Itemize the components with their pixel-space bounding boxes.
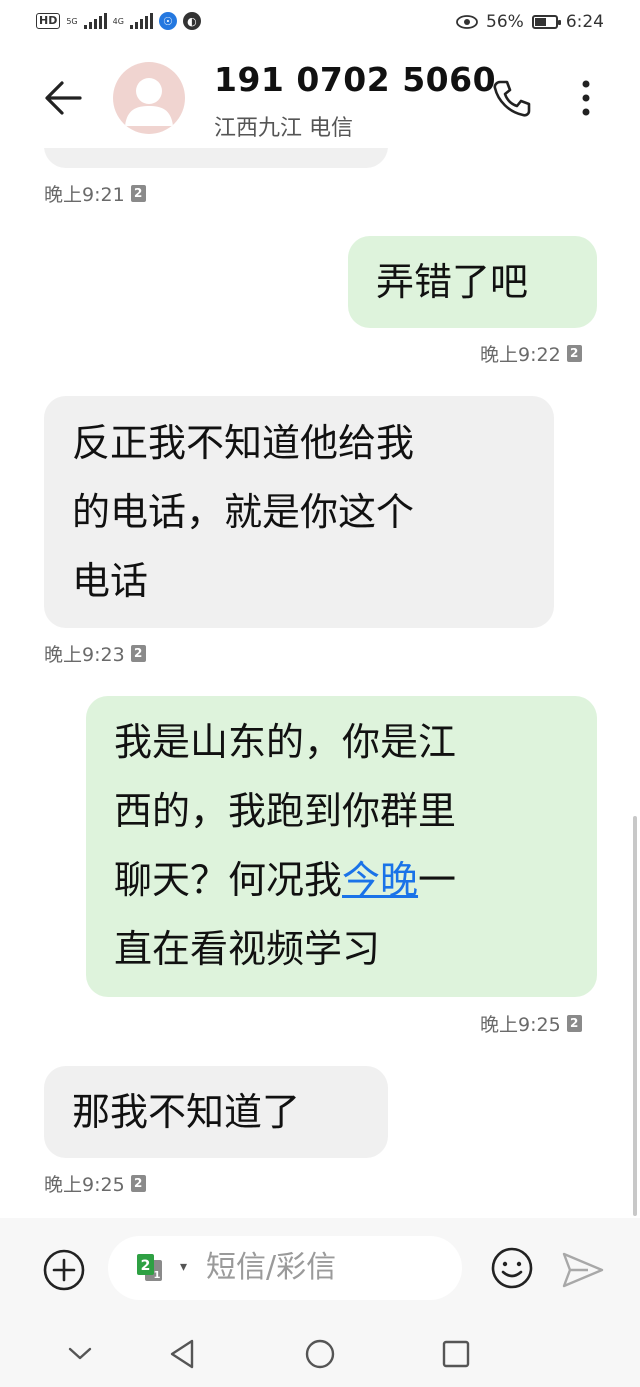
sim-2-icon: 2 [130,185,146,202]
conversation-header: 191 0702 5060 江西九江 电信 [0,48,640,148]
sim-2-icon: 2 [130,645,146,662]
chevron-down-icon [68,1347,92,1360]
message-line-text: 聊天？何况我 [114,858,343,902]
message-timestamp: 晚上9:22 2 [480,340,582,367]
status-left: HD 5G 4G ☉ ◐ [36,12,201,30]
more-vertical-icon [582,80,590,116]
message-timestamp: 晚上9:25 2 [480,1010,582,1037]
person-icon [125,78,173,126]
message-list[interactable]: 晚上9:21 2 弄错了吧 晚上9:22 2 反正我不知道他给我 的电话，就是你… [0,148,640,1218]
time-label: 晚上9:23 [44,644,125,666]
message-bubble-sent[interactable]: 我是山东的，你是江 西的，我跑到你群里 聊天？何况我今晚一 直在看视频学习 [86,696,597,997]
add-circle-icon [43,1249,85,1291]
time-label: 晚上9:25 [480,1014,561,1036]
chevron-down-icon: ▾ [180,1259,188,1275]
back-arrow-icon [45,81,82,115]
phone-icon [493,80,531,117]
message-bubble-received[interactable]: 那我不知道了 [44,1066,388,1158]
message-line: 直在看视频学习 [114,927,381,971]
notification-app-icon-2: ◐ [182,12,201,30]
message-timestamp: 晚上9:21 2 [44,180,146,207]
scrollbar[interactable] [633,816,637,1216]
back-triangle-icon [170,1339,194,1369]
sim-2-icon: 2 [566,1015,582,1032]
signal-icon [83,13,107,29]
date-link[interactable]: 今晚 [342,858,418,902]
battery-percent: 56% [486,12,524,32]
message-line: 反正我不知道他给我 [72,421,415,465]
message-line: 电话 [72,559,149,603]
recents-square-icon [442,1340,470,1368]
contact-number: 191 0702 5060 [214,60,497,99]
sim-select-icon: 2 1 [137,1254,162,1281]
send-icon [562,1252,604,1288]
more-options-button[interactable] [566,76,606,120]
time-label: 晚上9:25 [44,1174,125,1196]
time-label: 晚上9:21 [44,184,125,206]
sim-select-button[interactable]: 2 1 [136,1253,166,1283]
hd-icon: HD [36,13,61,29]
message-bubble-sent[interactable]: 弄错了吧 [348,236,597,328]
battery-icon [531,15,561,29]
message-text: 那我不知道了 [72,1090,301,1134]
message-input-container[interactable]: 2 1 ▾ 短信/彩信 [108,1236,462,1300]
message-line: 的电话，就是你这个 [72,490,415,534]
nav-back-button[interactable] [162,1336,202,1372]
contact-location: 江西九江 电信 [214,116,353,141]
message-input[interactable]: 短信/彩信 [206,1248,336,1288]
system-navigation-bar [0,1322,640,1387]
emoji-icon [491,1247,533,1289]
message-timestamp: 晚上9:23 2 [44,640,146,667]
hide-keyboard-button[interactable] [60,1336,100,1372]
back-button[interactable] [40,74,88,122]
send-button[interactable] [560,1248,606,1292]
clock: 6:24 [565,12,604,32]
sim-2-icon: 2 [566,345,582,362]
home-circle-icon [305,1339,335,1369]
message-timestamp: 晚上9:25 2 [44,1170,146,1197]
time-label: 晚上9:22 [480,344,561,366]
add-attachment-button[interactable] [42,1248,86,1292]
nav-recents-button[interactable] [436,1336,476,1372]
network-type-4g: 4G [112,16,124,26]
avatar[interactable] [113,62,185,134]
nav-home-button[interactable] [300,1336,340,1372]
message-text: 弄错了吧 [376,260,529,304]
status-bar: HD 5G 4G ☉ ◐ 56% 6:24 [0,0,640,48]
sim-2-icon: 2 [130,1175,146,1192]
emoji-button[interactable] [490,1246,534,1290]
call-button[interactable] [490,76,534,120]
compose-bar: 2 1 ▾ 短信/彩信 [0,1218,640,1322]
notification-app-icon: ☉ [158,12,177,30]
eye-icon [456,15,478,29]
sim-badge-secondary: 1 [154,1270,161,1281]
sim-badge: 2 [141,1258,151,1274]
message-bubble-received[interactable] [44,148,388,168]
message-line: 聊天？何况我今晚一 [114,846,569,915]
status-right: 56% 6:24 [456,12,604,32]
message-bubble-received[interactable]: 反正我不知道他给我 的电话，就是你这个 电话 [44,396,554,628]
network-type-5g: 5G [66,16,78,26]
message-line: 我是山东的，你是江 [114,720,457,764]
message-line-text: 一 [418,858,457,902]
message-line: 西的，我跑到你群里 [114,789,457,833]
signal-icon-2 [129,13,153,29]
